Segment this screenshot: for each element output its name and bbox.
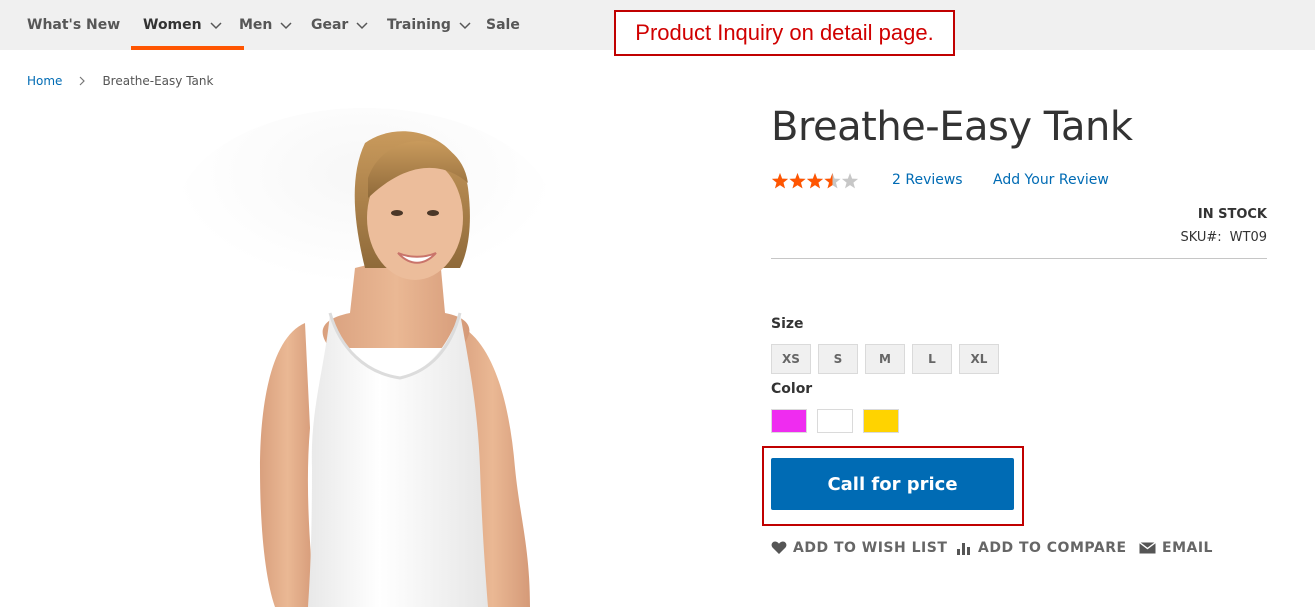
chevron-down-icon xyxy=(459,22,471,30)
nav-item-gear[interactable]: Gear xyxy=(311,0,368,50)
nav-item-label: Training xyxy=(387,17,451,33)
color-swatch-purple[interactable] xyxy=(771,409,807,433)
add-to-compare-button[interactable]: ADD TO COMPARE xyxy=(956,540,1127,556)
annotation-callout: Product Inquiry on detail page. xyxy=(614,10,955,56)
reviews-link[interactable]: 2 Reviews xyxy=(892,172,963,188)
star-filled xyxy=(789,173,806,189)
chevron-down-icon xyxy=(280,22,292,30)
size-label: Size xyxy=(771,316,804,332)
envelope-icon xyxy=(1139,542,1156,554)
chevron-down-icon xyxy=(210,22,222,30)
stock-status: IN STOCK xyxy=(1197,207,1267,222)
nav-item-men[interactable]: Men xyxy=(239,0,292,50)
size-swatches: XS S M L XL xyxy=(771,344,1006,374)
color-swatch-yellow[interactable] xyxy=(863,409,899,433)
star-row xyxy=(771,173,859,189)
rating-stars xyxy=(771,173,859,189)
product-image[interactable] xyxy=(100,108,680,607)
add-review-link[interactable]: Add Your Review xyxy=(993,172,1109,188)
nav-item-sale[interactable]: Sale xyxy=(486,0,520,50)
nav-item-training[interactable]: Training xyxy=(387,0,471,50)
breadcrumb-home-link[interactable]: Home xyxy=(27,74,62,88)
color-swatch-white[interactable] xyxy=(817,409,853,433)
nav-item-label: Men xyxy=(239,17,273,33)
nav-item-label: Sale xyxy=(486,17,520,33)
nav-item-women[interactable]: Women xyxy=(143,0,222,50)
sku-label: SKU#: xyxy=(1180,230,1222,245)
nav-item-label: Gear xyxy=(311,17,349,33)
heart-icon xyxy=(771,541,787,554)
breadcrumb: Home Breathe-Easy Tank xyxy=(27,74,213,88)
size-swatch-l[interactable]: L xyxy=(912,344,952,374)
call-for-price-button[interactable]: Call for price xyxy=(771,458,1014,510)
star-filled xyxy=(771,173,789,189)
nav-item-label: Women xyxy=(143,17,202,33)
active-nav-indicator xyxy=(131,46,244,50)
add-to-wishlist-button[interactable]: ADD TO WISH LIST xyxy=(771,540,947,556)
nav-item-label: What's New xyxy=(27,17,121,33)
breadcrumb-current: Breathe-Easy Tank xyxy=(102,74,214,88)
sku: SKU#: WT09 xyxy=(1180,230,1267,245)
email-button[interactable]: EMAIL xyxy=(1139,540,1213,556)
size-swatch-m[interactable]: M xyxy=(865,344,905,374)
chevron-down-icon xyxy=(356,22,368,30)
size-swatch-s[interactable]: S xyxy=(818,344,858,374)
email-label: EMAIL xyxy=(1162,540,1213,556)
star-empty xyxy=(841,173,859,189)
star-filled xyxy=(806,173,824,189)
color-swatches xyxy=(771,409,909,433)
info-divider xyxy=(771,258,1267,259)
bar-chart-icon xyxy=(957,543,970,555)
product-title: Breathe-Easy Tank xyxy=(771,104,1133,150)
size-swatch-xl[interactable]: XL xyxy=(959,344,999,374)
nav-item-whats-new[interactable]: What's New xyxy=(27,0,120,50)
add-to-compare-label: ADD TO COMPARE xyxy=(978,540,1127,556)
sku-value: WT09 xyxy=(1229,230,1267,245)
size-swatch-xs[interactable]: XS xyxy=(771,344,811,374)
color-label: Color xyxy=(771,381,813,397)
add-to-wishlist-label: ADD TO WISH LIST xyxy=(793,540,948,556)
chevron-right-icon xyxy=(80,76,86,86)
